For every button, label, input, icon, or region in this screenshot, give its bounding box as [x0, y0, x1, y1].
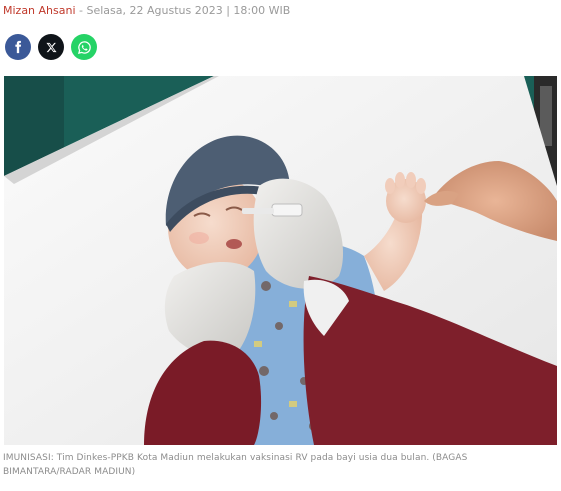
baby-vaccination-photo [4, 76, 557, 445]
whatsapp-icon [77, 40, 91, 54]
share-bar [5, 34, 97, 60]
share-facebook-button[interactable] [5, 34, 31, 60]
x-icon [45, 42, 57, 52]
share-whatsapp-button[interactable] [71, 34, 97, 60]
photo-caption: IMUNISASI: Tim Dinkes-PPKB Kota Madiun m… [3, 453, 468, 477]
article-photo [4, 76, 557, 445]
article-meta: Mizan Ahsani - Selasa, 22 Agustus 2023 |… [3, 3, 290, 19]
share-x-button[interactable] [38, 34, 64, 60]
meta-separator: - [75, 4, 87, 17]
author-name[interactable]: Mizan Ahsani [3, 4, 76, 17]
publish-datetime: Selasa, 22 Agustus 2023 | 18:00 WIB [86, 4, 291, 17]
facebook-icon [15, 40, 22, 54]
